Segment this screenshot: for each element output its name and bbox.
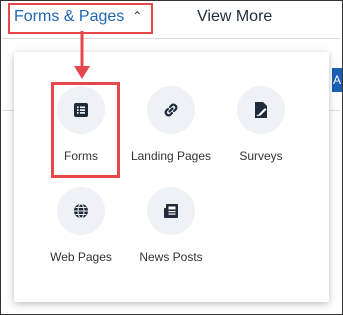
edit-survey-icon [255, 102, 267, 118]
menu-item-label: Web Pages [50, 250, 112, 264]
menu-item-web-pages[interactable]: Web Pages [36, 187, 126, 265]
globe-icon [74, 203, 88, 219]
menu-item-surveys[interactable]: Surveys [216, 86, 306, 164]
highlight-box-forms [51, 82, 120, 178]
web-pages-icon-circle [57, 187, 105, 235]
news-posts-icon-circle [147, 187, 195, 235]
menu-item-label: Surveys [239, 149, 283, 163]
menu-item-label: Landing Pages [130, 149, 212, 163]
tab-view-more[interactable]: View More [197, 8, 272, 26]
menu-item-news-posts[interactable]: News Posts [126, 187, 216, 265]
landing-pages-icon-circle [147, 86, 195, 134]
surveys-icon-circle [237, 86, 285, 134]
nav-divider [2, 38, 340, 39]
link-icon [164, 103, 178, 117]
newspaper-icon [164, 204, 178, 218]
side-button[interactable]: A [332, 68, 342, 92]
menu-item-label: News Posts [139, 250, 203, 264]
menu-item-landing-pages[interactable]: Landing Pages [126, 86, 216, 164]
highlight-box-tab [8, 3, 153, 34]
